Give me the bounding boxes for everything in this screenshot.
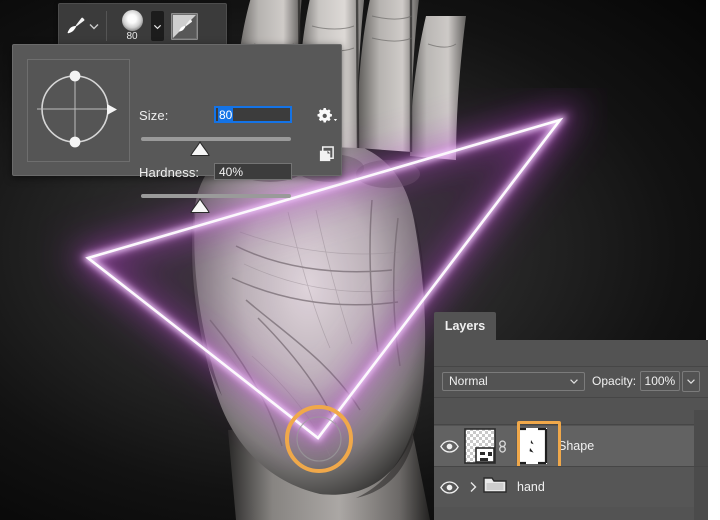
opacity-label: Opacity:: [592, 374, 637, 388]
chevron-down-icon[interactable]: [152, 21, 163, 32]
layers-tab-label: Layers: [444, 319, 486, 333]
hardness-slider-track[interactable]: [141, 194, 291, 198]
table-row[interactable]: Shape: [434, 426, 694, 466]
opacity-dropdown[interactable]: [681, 370, 700, 392]
brush-angle-roundness-icon[interactable]: [28, 60, 127, 159]
link-icon: [498, 439, 506, 453]
sidebar-item-visibility-hand[interactable]: [434, 480, 464, 494]
shape-layer-thumbnail-icon: [464, 428, 496, 464]
link-icon[interactable]: [496, 439, 508, 454]
shape-layer-thumbnail[interactable]: [464, 428, 496, 464]
tool-picker[interactable]: [59, 4, 101, 48]
size-input-value: 80: [218, 107, 234, 122]
brush-settings-panel-toggle[interactable]: [171, 12, 198, 40]
blend-mode-select[interactable]: Normal: [442, 371, 586, 391]
brush-preset-preview[interactable]: 80: [114, 10, 150, 42]
brush-options-toolbar[interactable]: 80: [58, 3, 227, 49]
size-input[interactable]: 80: [214, 106, 292, 123]
hardness-input[interactable]: 40%: [214, 163, 292, 180]
brush-settings-panel-icon: [173, 14, 196, 38]
folder-icon: [483, 477, 507, 493]
hardness-slider-thumb[interactable]: [189, 198, 211, 215]
brush-preset-dropdown[interactable]: [151, 11, 164, 41]
size-label: Size:: [139, 108, 169, 123]
opacity-value: 100%: [644, 374, 676, 388]
group-expand-toggle[interactable]: [466, 481, 480, 493]
soft-round-brush-preview-icon: [121, 10, 143, 31]
vector-mask-highlight: [517, 421, 561, 471]
brush-cursor-circle: [296, 416, 342, 462]
size-slider-track[interactable]: [141, 137, 291, 141]
brush-angle-roundness-control[interactable]: [27, 59, 130, 162]
brush-icon[interactable]: [65, 15, 87, 37]
chevron-down-icon: [333, 118, 338, 122]
opacity-input[interactable]: 100%: [640, 371, 680, 391]
blend-mode-value: Normal: [449, 374, 488, 388]
chevron-right-icon[interactable]: [468, 481, 478, 493]
panel-scroll-strip[interactable]: [694, 410, 708, 520]
chevron-down-icon[interactable]: [87, 19, 101, 33]
layer-name-hand: hand: [517, 480, 545, 494]
layers-panel-tab[interactable]: Layers: [434, 312, 496, 340]
brush-settings-popup[interactable]: Size: 80 Hardness: 40%: [12, 44, 342, 214]
screenshot-root: 80 Size: 80 Hardness: 40% Layers Normal …: [0, 0, 720, 520]
chevron-down-icon[interactable]: [685, 375, 697, 387]
table-row[interactable]: hand: [434, 467, 694, 507]
gear-icon[interactable]: [316, 107, 338, 125]
eye-icon[interactable]: [439, 480, 459, 494]
panel-divider-mid: [434, 397, 708, 398]
hardness-label: Hardness:: [139, 165, 200, 180]
new-brush-preset-icon[interactable]: [318, 146, 335, 163]
panel-divider-rows: [434, 424, 708, 425]
brush-cursor: [285, 405, 353, 473]
layers-panel[interactable]: Normal Opacity: 100% Shape hand: [434, 340, 708, 520]
brush-size-readout: 80: [126, 31, 138, 42]
folder-icon-wrapper[interactable]: [483, 475, 507, 499]
layer-name-shape: Shape: [558, 439, 595, 453]
toolbar-divider: [106, 11, 107, 41]
eye-icon[interactable]: [439, 439, 459, 453]
hardness-input-value: 40%: [219, 164, 244, 179]
chevron-down-icon[interactable]: [568, 375, 580, 387]
panel-divider-top: [434, 366, 708, 367]
size-slider-thumb[interactable]: [189, 141, 211, 158]
blend-mode-row[interactable]: Normal Opacity: 100%: [434, 368, 708, 394]
sidebar-item-visibility-shape[interactable]: [434, 439, 464, 453]
